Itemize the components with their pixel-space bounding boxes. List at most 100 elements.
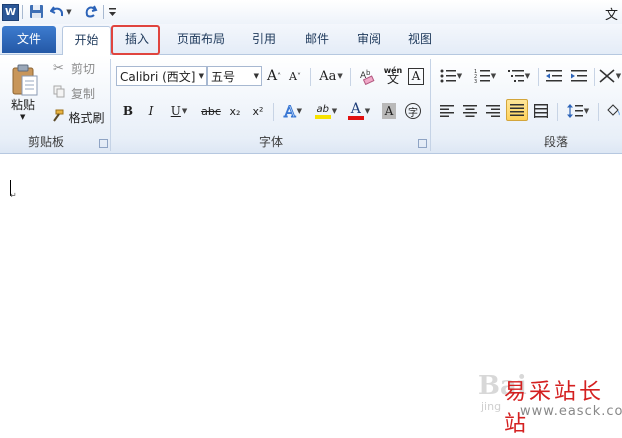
multilevel-list-icon: [507, 70, 524, 82]
svg-text:3: 3: [474, 79, 477, 83]
divider: [598, 103, 599, 121]
numbering-icon: 123: [474, 69, 490, 83]
superscript-button[interactable]: x²: [248, 100, 268, 122]
highlight-button[interactable]: ab ▼: [311, 100, 341, 122]
ribbon-tab-bar: 文件 开始 插入 页面布局 引用 邮件 审阅 视图: [0, 24, 622, 55]
font-name-combo[interactable]: Calibri (西文] ▼: [116, 66, 207, 86]
clear-formatting-icon: Ab: [360, 69, 375, 85]
shading-button[interactable]: [603, 100, 622, 122]
font-color-button[interactable]: A ▼: [344, 100, 374, 122]
highlighter-icon: ab: [314, 104, 331, 119]
line-spacing-icon: [566, 104, 583, 118]
multilevel-list-button[interactable]: ▼: [504, 65, 534, 87]
tab-file[interactable]: 文件: [2, 26, 56, 53]
divider: [273, 103, 274, 121]
increase-indent-button[interactable]: [569, 65, 589, 87]
title-bar: W ▼ 文: [0, 0, 622, 24]
decrease-indent-button[interactable]: [544, 65, 564, 87]
underline-icon: U: [170, 104, 181, 118]
font-color-icon: A: [347, 102, 364, 120]
group-divider: [110, 59, 111, 151]
font-size-combo[interactable]: 五号 ▼: [207, 66, 262, 86]
subscript-button[interactable]: x₂: [225, 100, 245, 122]
customize-qat-icon[interactable]: [106, 3, 118, 20]
clipboard-group-label: 剪贴板: [27, 135, 64, 149]
window-title: 文: [604, 8, 618, 23]
align-left-button[interactable]: [437, 100, 457, 122]
change-case-button[interactable]: Aa ▼: [317, 65, 345, 87]
distributed-button[interactable]: [531, 100, 551, 122]
svg-text:b: b: [366, 69, 371, 77]
undo-icon[interactable]: ▼: [49, 3, 73, 20]
tab-home[interactable]: 开始: [62, 26, 111, 55]
clear-formatting-button[interactable]: Ab: [356, 65, 378, 87]
font-size-value: 五号: [211, 69, 236, 84]
chevron-down-icon: ▼: [253, 72, 259, 80]
character-shading-icon: A: [382, 103, 396, 119]
divider: [538, 68, 539, 86]
tab-insert[interactable]: 插入: [115, 28, 159, 50]
text-effects-button[interactable]: A ▼: [279, 100, 307, 122]
paste-label[interactable]: 粘贴: [11, 96, 35, 113]
paste-dropdown-arrow[interactable]: ▼: [20, 113, 25, 121]
shrink-font-icon: A: [289, 69, 297, 83]
site-url-watermark: www.easck.com: [520, 404, 622, 419]
chevron-down-icon: ▼: [198, 72, 204, 80]
clipboard-icon: [12, 64, 38, 96]
divider: [594, 68, 595, 86]
clipboard-dialog-launcher-icon[interactable]: [99, 139, 108, 148]
paragraph-mark-icon: ↵: [10, 191, 17, 200]
numbering-button[interactable]: 1 2 3 ▼: [470, 65, 500, 87]
align-right-icon: [486, 105, 500, 117]
align-right-button[interactable]: [483, 100, 503, 122]
divider: [557, 103, 558, 121]
scissors-icon: ✂: [52, 60, 64, 76]
format-painter-icon: [50, 109, 66, 126]
qat-divider: [22, 5, 23, 19]
character-border-icon: A: [408, 67, 424, 85]
underline-button[interactable]: U ▼: [165, 100, 193, 122]
enclose-characters-button[interactable]: 字: [403, 100, 423, 122]
bullets-icon: [440, 69, 456, 83]
text-effects-icon: A: [284, 101, 297, 121]
copy-button[interactable]: 复制: [49, 82, 99, 104]
format-painter-button[interactable]: 格式刷: [50, 106, 105, 128]
chinese-layout-button[interactable]: ▼: [598, 65, 622, 87]
tab-references[interactable]: 引用: [242, 28, 286, 50]
copy-icon: [53, 85, 69, 101]
justify-button[interactable]: [506, 99, 528, 121]
phonetic-guide-button[interactable]: wén 文: [381, 64, 405, 86]
grow-font-button[interactable]: A ˄: [265, 65, 283, 87]
change-case-icon: Aa: [319, 68, 337, 84]
tab-review[interactable]: 审阅: [347, 28, 391, 50]
decrease-indent-icon: [546, 70, 562, 82]
line-spacing-button[interactable]: ▼: [563, 100, 593, 122]
font-name-value: Calibri (西文]: [120, 69, 196, 84]
bullets-button[interactable]: ▼: [436, 65, 466, 87]
enclose-characters-icon: 字: [405, 103, 421, 119]
paragraph-group-label: 段落: [543, 135, 568, 149]
distributed-icon: [534, 104, 548, 118]
redo-icon[interactable]: [81, 3, 99, 20]
increase-indent-icon: [571, 70, 587, 82]
paint-bucket-icon: [606, 104, 620, 116]
font-dialog-launcher-icon[interactable]: [418, 139, 427, 148]
tab-view[interactable]: 视图: [398, 28, 442, 50]
character-shading-button[interactable]: A: [380, 100, 398, 122]
tab-mailings[interactable]: 邮件: [295, 28, 339, 50]
character-border-button[interactable]: A: [407, 65, 425, 87]
save-icon[interactable]: [27, 3, 45, 20]
bold-button[interactable]: B: [119, 100, 137, 122]
shrink-font-button[interactable]: A ˅: [286, 65, 304, 87]
align-left-icon: [440, 105, 454, 117]
chinese-layout-icon: [599, 69, 615, 83]
strikethrough-button[interactable]: abc: [199, 100, 223, 122]
format-painter-label: 格式刷: [68, 110, 105, 125]
justify-icon: [510, 104, 524, 116]
cut-button[interactable]: ✂ 剪切: [49, 57, 99, 79]
italic-button[interactable]: I: [142, 100, 160, 122]
tab-page-layout[interactable]: 页面布局: [168, 28, 234, 50]
font-group-label: 字体: [258, 135, 283, 149]
word-app-icon[interactable]: W: [2, 4, 19, 21]
align-center-button[interactable]: [460, 100, 480, 122]
